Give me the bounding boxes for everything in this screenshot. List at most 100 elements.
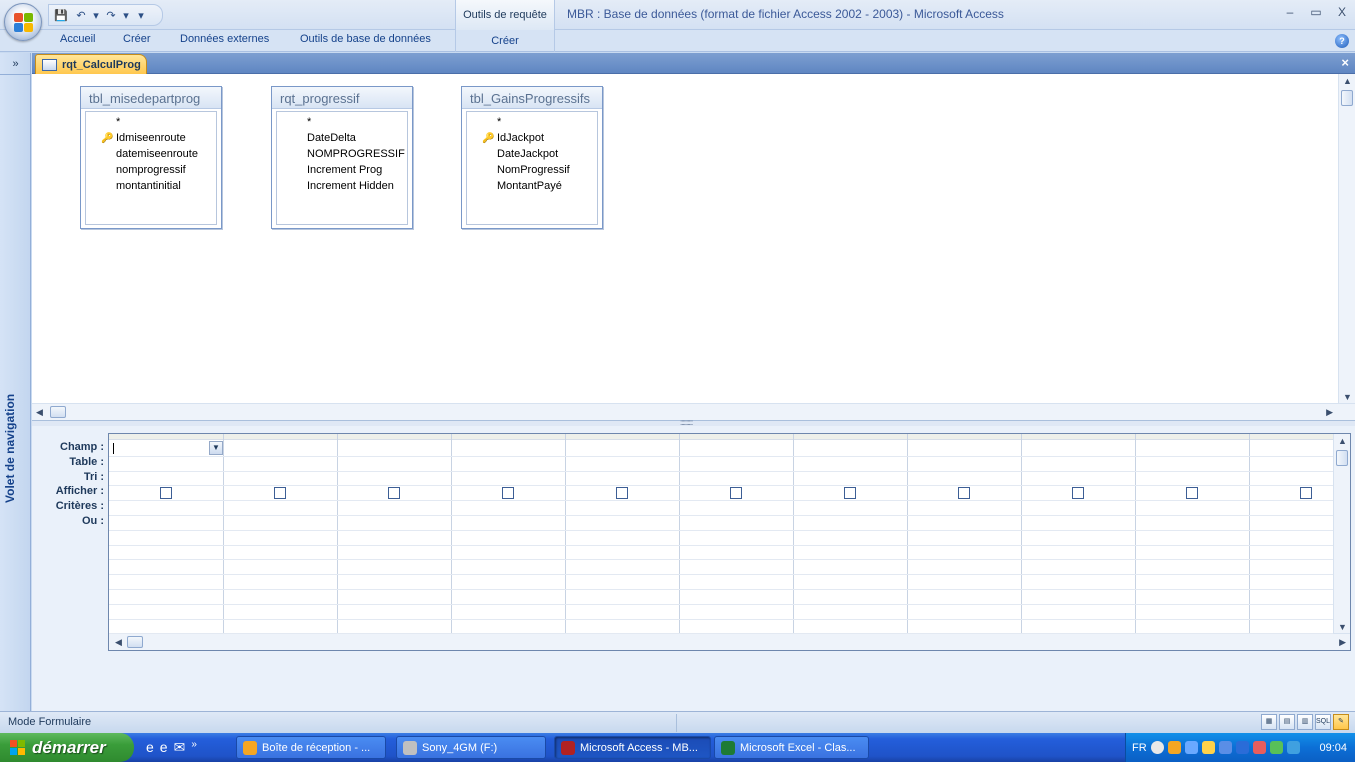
scroll-left-icon[interactable]: ◀	[115, 637, 122, 648]
nav-expand-button[interactable]: »	[0, 53, 31, 75]
show-checkbox[interactable]	[616, 486, 628, 499]
outlook-icon[interactable]: ✉	[174, 739, 186, 756]
tab-accueil[interactable]: Accueil	[60, 33, 95, 45]
show-checkbox[interactable]	[160, 486, 172, 499]
scroll-thumb[interactable]	[1341, 90, 1353, 106]
field-item[interactable]: *	[467, 114, 597, 130]
customize-qat-icon[interactable]: ▾	[132, 6, 150, 24]
show-checkbox[interactable]	[730, 486, 742, 499]
field-item[interactable]: *	[277, 114, 407, 130]
scroll-down-icon[interactable]: ▼	[1343, 392, 1352, 402]
tray-security-icon[interactable]	[1269, 741, 1283, 754]
tray-app-icon[interactable]	[1252, 741, 1266, 754]
show-checkbox[interactable]	[1072, 486, 1084, 499]
query-design-grid[interactable]: ▼ ▲ ▼ ◀ ▶	[108, 433, 1351, 651]
field-item[interactable]: NOMPROGRESSIF	[277, 146, 407, 162]
table-box-tbl-misedepartprog[interactable]: tbl_misedepartprog * 🔑 Idmiseenroute date…	[80, 86, 222, 229]
show-checkbox[interactable]	[274, 486, 286, 499]
tray-network-icon[interactable]	[1184, 741, 1198, 754]
ie-icon[interactable]: e	[146, 739, 154, 756]
field-item[interactable]: 🔑 IdJackpot	[467, 130, 597, 146]
clock[interactable]: 09:04	[1319, 742, 1347, 754]
table-box-title[interactable]: tbl_misedepartprog	[81, 87, 221, 109]
save-icon[interactable]: 💾	[52, 6, 70, 24]
taskbar-button-access[interactable]: Microsoft Access - MB...	[554, 736, 711, 759]
navigation-pane-label[interactable]: Volet de navigation	[3, 394, 17, 503]
design-view-button[interactable]: ✎	[1333, 714, 1349, 730]
field-item[interactable]: nomprogressif	[86, 162, 216, 178]
table-box-rqt-progressif[interactable]: rqt_progressif * DateDelta NOMPROGRESSIF…	[271, 86, 413, 229]
show-checkbox[interactable]	[844, 486, 856, 499]
taskbar-button-excel[interactable]: Microsoft Excel - Clas...	[714, 736, 869, 759]
redo-dropdown-icon[interactable]: ▾	[122, 6, 130, 24]
show-checkbox[interactable]	[1300, 486, 1312, 499]
upper-horizontal-scrollbar[interactable]: ◀ ▶	[32, 403, 1355, 420]
taskbar-button-outlook[interactable]: Boîte de réception - ...	[236, 736, 386, 759]
grid-vertical-scrollbar[interactable]: ▲ ▼	[1333, 434, 1350, 634]
tray-bluetooth-icon[interactable]	[1235, 741, 1249, 754]
table-box-title[interactable]: tbl_GainsProgressifs	[462, 87, 602, 109]
datasheet-view-button[interactable]: ▦	[1261, 714, 1277, 730]
office-button[interactable]	[4, 3, 42, 41]
tray-back-icon[interactable]	[1150, 741, 1164, 754]
show-checkbox[interactable]	[388, 486, 400, 499]
show-checkbox[interactable]	[502, 486, 514, 499]
scroll-up-icon[interactable]: ▲	[1343, 76, 1352, 86]
undo-dropdown-icon[interactable]: ▾	[92, 6, 100, 24]
show-checkbox[interactable]	[1186, 486, 1198, 499]
pivottable-view-button[interactable]: ▤	[1279, 714, 1295, 730]
scroll-left-icon[interactable]: ◀	[36, 407, 43, 418]
pivotchart-view-button[interactable]: ▥	[1297, 714, 1313, 730]
tab-creer[interactable]: Créer	[123, 33, 151, 45]
column-selector-bar[interactable]	[109, 434, 1350, 440]
undo-icon[interactable]: ↶	[72, 6, 90, 24]
field-item[interactable]: montantinitial	[86, 178, 216, 194]
sql-view-button[interactable]: SQL	[1315, 714, 1331, 730]
tray-outlook-icon[interactable]	[1167, 741, 1181, 754]
upper-vertical-scrollbar[interactable]: ▲ ▼	[1338, 74, 1355, 404]
start-button[interactable]: démarrer	[0, 733, 134, 762]
tab-context-creer[interactable]: Créer	[455, 30, 555, 52]
field-combo-box[interactable]: ▼	[111, 441, 223, 456]
tray-volume-icon[interactable]	[1201, 741, 1215, 754]
scroll-thumb[interactable]	[127, 636, 143, 648]
field-item[interactable]: DateJackpot	[467, 146, 597, 162]
field-item[interactable]: *	[86, 114, 216, 130]
field-item[interactable]: MontantPayé	[467, 178, 597, 194]
redo-icon[interactable]: ↷	[102, 6, 120, 24]
scroll-down-icon[interactable]: ▼	[1338, 622, 1347, 632]
scroll-right-icon[interactable]: ▶	[1339, 637, 1346, 648]
field-item[interactable]: NomProgressif	[467, 162, 597, 178]
scroll-thumb[interactable]	[50, 406, 66, 418]
table-box-title[interactable]: rqt_progressif	[272, 87, 412, 109]
ie-alt-icon[interactable]: e	[160, 739, 168, 756]
minimize-button[interactable]: –	[1283, 5, 1297, 19]
field-list: * DateDelta NOMPROGRESSIF Increment Prog…	[276, 111, 408, 225]
grid-row-line	[109, 559, 1333, 561]
taskbar-button-drive[interactable]: Sony_4GM (F:)	[396, 736, 546, 759]
show-checkbox[interactable]	[958, 486, 970, 499]
close-window-button[interactable]: X	[1335, 5, 1349, 19]
help-icon[interactable]: ?	[1335, 34, 1349, 48]
tray-display-icon[interactable]	[1218, 741, 1232, 754]
field-item[interactable]: DateDelta	[277, 130, 407, 146]
field-item[interactable]: Increment Prog	[277, 162, 407, 178]
table-box-tbl-gainsprogressifs[interactable]: tbl_GainsProgressifs * 🔑 IdJackpot DateJa…	[461, 86, 603, 229]
row-label-ou: Ou :	[82, 514, 104, 527]
scroll-right-icon[interactable]: ▶	[1326, 407, 1333, 418]
field-item[interactable]: Increment Hidden	[277, 178, 407, 194]
language-indicator[interactable]: FR	[1132, 742, 1147, 754]
close-document-button[interactable]: ×	[1341, 55, 1349, 70]
tab-donnees-externes[interactable]: Données externes	[180, 33, 269, 45]
field-item[interactable]: datemiseenroute	[86, 146, 216, 162]
grid-horizontal-scrollbar[interactable]: ◀ ▶	[109, 633, 1350, 650]
document-tab-rqt-calculprog[interactable]: rqt_CalculProg	[35, 54, 147, 75]
scroll-thumb[interactable]	[1336, 450, 1348, 466]
restore-button[interactable]: ▭	[1309, 5, 1323, 19]
quick-launch-more-icon[interactable]: »	[191, 739, 197, 756]
chevron-down-icon[interactable]: ▼	[209, 441, 223, 455]
tab-outils-base-de-donnees[interactable]: Outils de base de données	[300, 33, 431, 45]
field-item[interactable]: 🔑 Idmiseenroute	[86, 130, 216, 146]
scroll-up-icon[interactable]: ▲	[1338, 436, 1347, 446]
tray-monitor-icon[interactable]	[1286, 741, 1300, 754]
